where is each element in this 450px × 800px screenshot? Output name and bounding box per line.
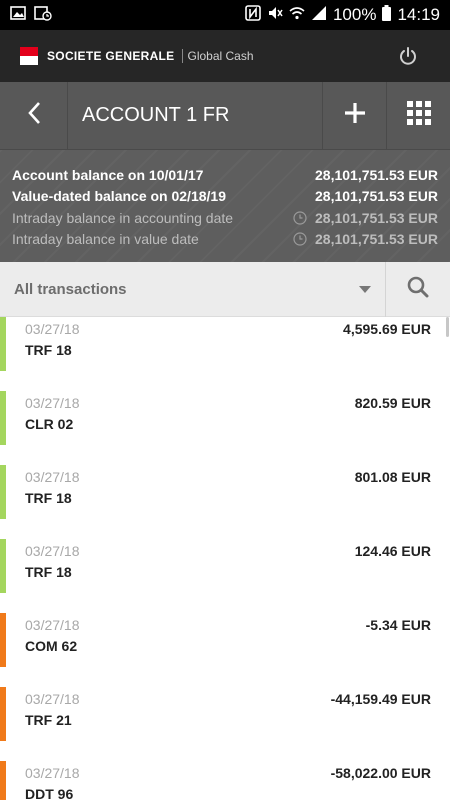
dropdown-arrow-icon xyxy=(359,285,371,293)
account-title: ACCOUNT 1 FR xyxy=(82,104,230,126)
transaction-type-bar xyxy=(0,465,6,519)
chevron-left-icon xyxy=(27,101,41,130)
balance-value: 28,101,751.53 EUR xyxy=(315,209,438,226)
transaction-date: 03/27/18 xyxy=(25,765,80,781)
back-button[interactable] xyxy=(0,82,68,149)
transaction-item[interactable]: 03/27/18 DDT 96 -58,022.00 EUR xyxy=(0,761,450,800)
transaction-code: TRF 18 xyxy=(25,564,72,580)
balance-label: Intraday balance in value date xyxy=(12,231,199,248)
calendar-clock-icon xyxy=(34,5,52,26)
transaction-type-bar xyxy=(0,687,6,741)
transaction-code: COM 62 xyxy=(25,638,78,654)
transaction-amount: -5.34 EUR xyxy=(365,617,431,633)
transaction-type-bar xyxy=(0,761,6,800)
transaction-item[interactable]: 03/27/18 COM 62 -5.34 EUR xyxy=(0,613,450,673)
balance-value: 28,101,751.53 EUR xyxy=(315,188,438,205)
battery-icon xyxy=(382,4,392,26)
transaction-type-bar xyxy=(0,317,6,371)
brand-name: SOCIETE GENERALE xyxy=(47,49,175,63)
menu-grid-button[interactable] xyxy=(386,82,450,149)
transaction-code: DDT 96 xyxy=(25,786,74,800)
signal-icon xyxy=(311,5,327,26)
transaction-code: TRF 21 xyxy=(25,712,72,728)
grid-icon xyxy=(406,101,431,130)
transaction-type-bar xyxy=(0,391,6,445)
transaction-type-bar xyxy=(0,539,6,593)
transaction-date: 03/27/18 xyxy=(25,321,80,337)
transaction-date: 03/27/18 xyxy=(25,543,80,559)
transaction-list[interactable]: 03/27/18 TRF 18 4,595.69 EUR 03/27/18 CL… xyxy=(0,317,450,800)
transaction-amount: 4,595.69 EUR xyxy=(343,321,431,337)
transaction-item[interactable]: 03/27/18 CLR 02 820.59 EUR xyxy=(0,391,450,451)
transaction-amount: 801.08 EUR xyxy=(354,469,431,485)
societe-generale-logo xyxy=(20,47,38,65)
app-header: SOCIETE GENERALE Global Cash xyxy=(0,30,450,82)
transaction-date: 03/27/18 xyxy=(25,395,80,411)
transaction-item[interactable]: 03/27/18 TRF 18 801.08 EUR xyxy=(0,465,450,525)
image-icon xyxy=(10,5,26,25)
transaction-amount: 820.59 EUR xyxy=(354,395,431,411)
transaction-item[interactable]: 03/27/18 TRF 18 4,595.69 EUR xyxy=(0,317,450,377)
transaction-amount: 124.46 EUR xyxy=(354,543,431,559)
nfc-icon xyxy=(245,4,261,26)
transaction-code: TRF 18 xyxy=(25,342,72,358)
wifi-icon xyxy=(289,5,305,25)
balance-panel: Account balance on 10/01/17 28,101,751.5… xyxy=(0,150,450,262)
balance-row: Intraday balance in accounting date 28,1… xyxy=(12,207,438,229)
balance-row: Value-dated balance on 02/18/19 28,101,7… xyxy=(12,186,438,208)
balance-label: Value-dated balance on 02/18/19 xyxy=(12,188,226,205)
transaction-amount: -58,022.00 EUR xyxy=(330,765,431,781)
filter-bar: All transactions xyxy=(0,261,450,317)
account-bar: ACCOUNT 1 FR xyxy=(0,82,450,150)
balance-value: 28,101,751.53 EUR xyxy=(315,231,438,248)
search-button[interactable] xyxy=(386,262,450,317)
clock-time: 14:19 xyxy=(397,5,440,24)
clock-icon xyxy=(293,232,307,246)
power-icon[interactable] xyxy=(398,46,418,66)
transaction-date: 03/27/18 xyxy=(25,617,80,633)
transaction-item[interactable]: 03/27/18 TRF 18 124.46 EUR xyxy=(0,539,450,599)
transaction-amount: -44,159.49 EUR xyxy=(330,691,431,707)
search-icon xyxy=(407,276,429,303)
transaction-date: 03/27/18 xyxy=(25,691,80,707)
transaction-type-bar xyxy=(0,613,6,667)
balance-row: Account balance on 10/01/17 28,101,751.5… xyxy=(12,164,438,186)
filter-label: All transactions xyxy=(14,280,127,298)
mute-icon xyxy=(267,5,283,26)
balance-row: Intraday balance in value date 28,101,75… xyxy=(12,229,438,251)
transaction-code: TRF 18 xyxy=(25,490,72,506)
header-divider xyxy=(182,49,184,63)
plus-icon xyxy=(344,102,366,129)
transaction-item[interactable]: 03/27/18 TRF 21 -44,159.49 EUR xyxy=(0,687,450,747)
status-bar: 100% 14:19 xyxy=(0,0,450,30)
transaction-date: 03/27/18 xyxy=(25,469,80,485)
battery-level: 100% xyxy=(332,5,377,24)
product-name: Global Cash xyxy=(187,49,254,63)
clock-icon xyxy=(293,211,307,225)
balance-label: Intraday balance in accounting date xyxy=(12,209,234,226)
balance-label: Account balance on 10/01/17 xyxy=(12,166,204,183)
balance-value: 28,101,751.53 EUR xyxy=(315,166,438,183)
transaction-code: CLR 02 xyxy=(25,416,74,432)
add-button[interactable] xyxy=(322,82,386,149)
transaction-filter-select[interactable]: All transactions xyxy=(0,261,386,317)
